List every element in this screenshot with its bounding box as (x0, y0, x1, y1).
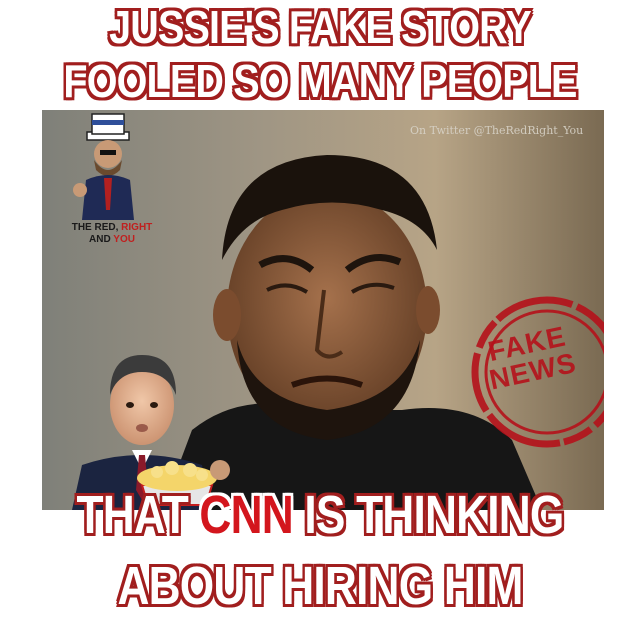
caption-line1-after: IS THINKING (292, 485, 564, 545)
caption-line1-before: THAT (76, 485, 200, 545)
photo-illustration (42, 110, 604, 510)
logo-line2-black: AND (89, 234, 114, 245)
twitter-watermark: On Twitter @TheRedRight_You (410, 124, 584, 137)
logo-line1-red: RIGHT (121, 222, 153, 233)
headline-line-2: FOOLED SO MANY PEOPLE (63, 55, 577, 107)
logo-line2-red: YOU (113, 234, 135, 245)
logo-line1-black: THE RED, (71, 222, 122, 233)
caption-line-1: THAT CNN IS THINKING (58, 486, 583, 544)
headline-line-1: JUSSIE'S FAKE STORY (109, 1, 532, 53)
caption-line-2: ABOUT HIRING HIM (117, 556, 523, 616)
cnn-highlight: CNN (199, 485, 293, 545)
meme-photo (42, 110, 604, 510)
logo-text: THE RED, RIGHT AND YOU (62, 222, 162, 246)
